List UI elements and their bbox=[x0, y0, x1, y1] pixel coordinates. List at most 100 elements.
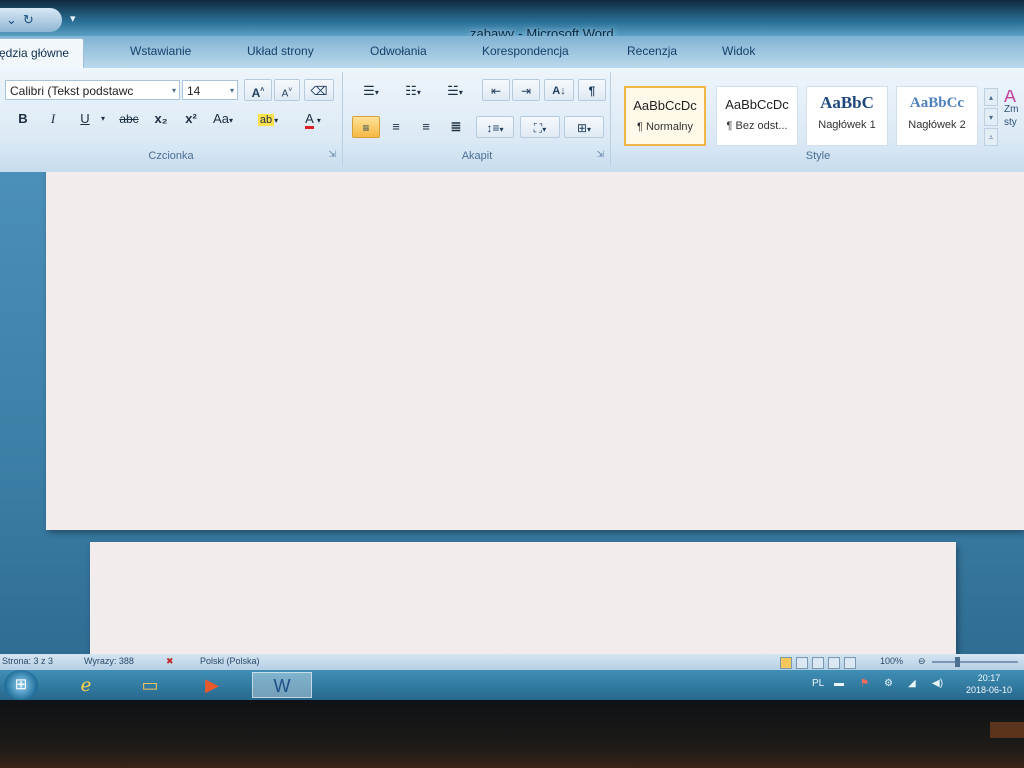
taskbar-internet-explorer[interactable]: ℯ bbox=[64, 672, 108, 698]
taskbar-media-player[interactable]: ▶ bbox=[190, 672, 234, 698]
line-spacing-button[interactable]: ↕≡▾ bbox=[476, 116, 514, 138]
language-indicator[interactable]: Polski (Polska) bbox=[200, 656, 260, 666]
change-case-button[interactable]: Aa▾ bbox=[208, 108, 238, 132]
web-layout-view-button[interactable] bbox=[812, 657, 824, 669]
zoom-slider-handle[interactable] bbox=[955, 657, 960, 667]
decrease-indent-button[interactable]: ⇤ bbox=[482, 79, 510, 101]
subscript-button[interactable]: x₂ bbox=[148, 108, 174, 130]
tab-page-layout[interactable]: Układ strony bbox=[247, 44, 314, 58]
caret-down-icon: ˅ bbox=[288, 87, 293, 94]
ribbon: Calibri (Tekst podstawc ▾ 14 ▾ A˄ A˅ ⌫ B… bbox=[0, 68, 1024, 173]
font-size-box[interactable]: 14 ▾ bbox=[182, 80, 238, 100]
align-right-button[interactable]: ≡ bbox=[412, 116, 440, 138]
shrink-font-button[interactable]: A˅ bbox=[274, 79, 300, 101]
start-button[interactable]: ⊞ bbox=[4, 670, 38, 700]
style-no-spacing[interactable]: AaBbCcDc ¶ Bez odst... bbox=[716, 86, 798, 146]
dialog-launcher-icon[interactable]: ⇲ bbox=[328, 149, 336, 160]
style-sample: AaBbC bbox=[820, 93, 874, 112]
align-center-button[interactable]: ≡ bbox=[382, 116, 410, 138]
multilevel-list-button[interactable]: ☱▾ bbox=[436, 80, 474, 104]
bezel-light bbox=[990, 722, 1024, 738]
borders-button[interactable]: ⊞▾ bbox=[564, 116, 604, 138]
full-screen-view-button[interactable] bbox=[796, 657, 808, 669]
change-case-label: Aa bbox=[213, 111, 229, 126]
outline-view-button[interactable] bbox=[828, 657, 840, 669]
style-heading-2[interactable]: AaBbCc Nagłówek 2 bbox=[896, 86, 978, 146]
redo-icon[interactable]: ↻ bbox=[23, 12, 34, 28]
zoom-slider[interactable] bbox=[932, 661, 1018, 663]
language-bar[interactable]: PL bbox=[812, 678, 824, 689]
tab-references[interactable]: Odwołania bbox=[370, 44, 427, 58]
superscript-button[interactable]: x² bbox=[178, 108, 204, 130]
font-color-button[interactable]: A ▾ bbox=[294, 108, 332, 132]
highlight-label: ab bbox=[257, 114, 275, 126]
line-spacing-icon: ↕≡ bbox=[486, 121, 500, 135]
style-sample: AaBbCc bbox=[909, 95, 965, 111]
taskbar-word[interactable]: W bbox=[252, 672, 312, 698]
show-formatting-marks-button[interactable]: ¶ bbox=[578, 79, 606, 101]
dialog-launcher-icon[interactable]: ⇲ bbox=[596, 149, 604, 160]
align-left-button[interactable]: ≡ bbox=[352, 116, 380, 138]
title-bar: ⌄ ↻ ▾ zabawy - Microsoft Word bbox=[0, 0, 1024, 41]
tab-mailings[interactable]: Korespondencja bbox=[482, 44, 569, 58]
tab-insert[interactable]: Wstawianie bbox=[130, 44, 191, 58]
chevron-down-icon[interactable]: ▾ bbox=[98, 108, 108, 130]
zoom-out-icon[interactable]: ⊖ bbox=[918, 656, 926, 667]
style-sample: AaBbCcDc bbox=[725, 97, 789, 112]
undo-dropdown-icon[interactable]: ⌄ bbox=[6, 12, 17, 28]
shading-button[interactable]: ⛶▾ bbox=[520, 116, 560, 138]
caret-up-icon: ˄ bbox=[260, 87, 265, 94]
action-center-flag-icon[interactable]: ⚑ bbox=[860, 678, 869, 689]
caret-up-icon: ▴ bbox=[988, 93, 993, 102]
font-name-box[interactable]: Calibri (Tekst podstawc ▾ bbox=[5, 80, 180, 100]
word-count[interactable]: Wyrazy: 388 bbox=[84, 656, 134, 666]
style-normal[interactable]: AaBbCcDc ¶ Normalny bbox=[624, 86, 706, 146]
grow-font-button[interactable]: A˄ bbox=[244, 79, 272, 101]
tab-home[interactable]: ędzia główne bbox=[0, 38, 85, 69]
highlight-button[interactable]: ab ▾ bbox=[250, 108, 286, 132]
chevron-down-icon: ▾ bbox=[587, 125, 592, 134]
style-sample: AaBbCcDc bbox=[633, 98, 697, 113]
draft-view-button[interactable] bbox=[844, 657, 856, 669]
style-heading-1[interactable]: AaBbC Nagłówek 1 bbox=[806, 86, 888, 146]
increase-indent-button[interactable]: ⇥ bbox=[512, 79, 540, 101]
network-icon[interactable]: ⚙ bbox=[884, 678, 893, 689]
print-layout-view-button[interactable] bbox=[780, 657, 792, 669]
styles-group: AaBbCcDc ¶ Normalny AaBbCcDc ¶ Bez odst.… bbox=[612, 72, 1024, 166]
zoom-level[interactable]: 100% bbox=[880, 656, 903, 666]
taskbar-file-explorer[interactable]: ▭ bbox=[128, 672, 172, 698]
justify-button[interactable]: ≣ bbox=[442, 116, 470, 138]
bullets-button[interactable]: ☰▾ bbox=[352, 80, 390, 104]
document-page[interactable] bbox=[90, 542, 956, 654]
tab-view[interactable]: Widok bbox=[722, 44, 755, 58]
document-area[interactable] bbox=[0, 172, 1024, 654]
proofing-icon[interactable]: ✖ bbox=[166, 656, 174, 667]
change-styles-button[interactable]: A Zm sty bbox=[1004, 90, 1024, 129]
customize-qat-icon[interactable]: ▾ bbox=[70, 12, 76, 25]
caret-down-icon: ▾ bbox=[988, 113, 993, 122]
clock[interactable]: 20:17 2018-06-10 bbox=[958, 672, 1020, 696]
italic-button[interactable]: I bbox=[40, 108, 66, 130]
underline-button[interactable]: U bbox=[72, 108, 98, 130]
align-center-icon: ≡ bbox=[392, 119, 400, 134]
keyboard-icon[interactable]: ▬ bbox=[834, 678, 844, 689]
numbering-button[interactable]: ☷▾ bbox=[394, 80, 432, 104]
strikethrough-button[interactable]: abc bbox=[114, 108, 144, 130]
document-page[interactable] bbox=[46, 172, 1024, 530]
styles-scroll-down-button[interactable]: ▾ bbox=[984, 108, 998, 126]
sort-button[interactable]: A↓ bbox=[544, 79, 574, 101]
justify-icon: ≣ bbox=[450, 119, 462, 134]
windows-logo-icon: ⊞ bbox=[14, 676, 28, 693]
grow-font-label: A bbox=[251, 86, 261, 100]
paragraph-group: ☰▾ ☷▾ ☱▾ ⇤ ⇥ A↓ ¶ ≡ ≡ ≡ ≣ ↕≡▾ ⛶▾ ⊞▾ Akap… bbox=[344, 72, 611, 166]
clear-formatting-button[interactable]: ⌫ bbox=[304, 79, 334, 101]
styles-scroll-up-button[interactable]: ▴ bbox=[984, 88, 998, 106]
styles-more-button[interactable]: ⩡ bbox=[984, 128, 998, 146]
signal-icon[interactable]: ◢ bbox=[908, 678, 916, 689]
chevron-down-icon: ▾ bbox=[499, 125, 504, 134]
bold-button[interactable]: B bbox=[10, 108, 36, 130]
tab-review[interactable]: Recenzja bbox=[627, 44, 677, 58]
volume-icon[interactable]: ◀) bbox=[932, 678, 943, 689]
page-count[interactable]: Strona: 3 z 3 bbox=[2, 656, 53, 666]
font-color-label: A bbox=[305, 111, 314, 129]
